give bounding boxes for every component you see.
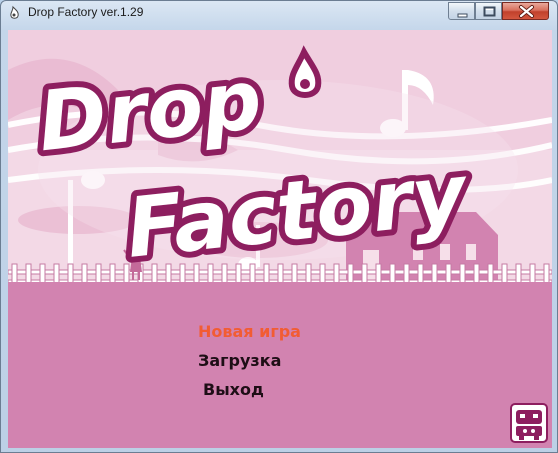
maximize-button[interactable] — [475, 2, 502, 20]
minimize-icon — [457, 13, 468, 18]
close-icon — [519, 5, 534, 18]
maximize-icon — [483, 6, 496, 17]
cow-logo-icon[interactable] — [510, 403, 548, 443]
load-button[interactable]: Загрузка — [198, 351, 281, 370]
window-title: Drop Factory ver.1.29 — [28, 5, 144, 19]
title-bar[interactable]: Drop Factory ver.1.29 — [1, 1, 557, 25]
quit-button[interactable]: Выход — [203, 380, 264, 399]
minimize-button[interactable] — [448, 2, 475, 20]
game-screen[interactable]: Drop Factory Новая игра Загрузка Выход — [8, 30, 552, 448]
new-game-button[interactable]: Новая игра — [198, 322, 301, 341]
main-menu: Новая игра Загрузка Выход — [8, 30, 552, 448]
app-window: Drop Factory ver.1.29 Drop Factory Новая… — [0, 0, 558, 453]
drop-icon[interactable] — [7, 5, 23, 21]
close-button[interactable] — [502, 2, 549, 20]
